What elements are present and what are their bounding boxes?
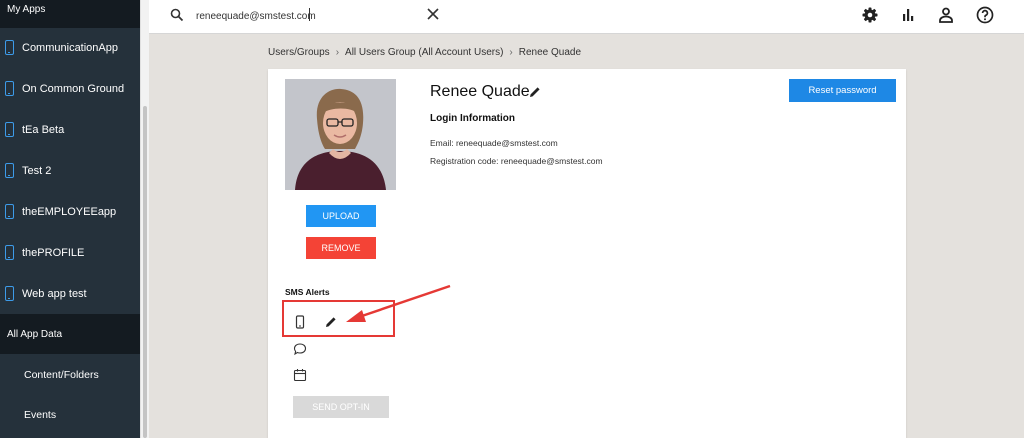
sidebar-section-all-app-data[interactable]: All App Data xyxy=(0,314,140,354)
person-icon[interactable] xyxy=(937,6,955,24)
sidebar-item-web-app-test[interactable]: Web app test xyxy=(0,273,140,314)
sidebar-item-content-folders[interactable]: Content/Folders xyxy=(0,355,140,395)
send-opt-in-button[interactable]: SEND OPT-IN xyxy=(293,396,389,418)
reset-password-button[interactable]: Reset password xyxy=(789,79,896,102)
sidebar-header: My Apps xyxy=(0,0,140,28)
sidebar-scrollbar-thumb[interactable] xyxy=(143,106,147,438)
pencil-icon[interactable] xyxy=(528,85,542,99)
sidebar-item-events[interactable]: Events xyxy=(0,395,140,435)
sidebar-item-label: On Common Ground xyxy=(22,82,125,95)
sidebar-item-theemployeeapp[interactable]: theEMPLOYEEapp xyxy=(0,191,140,232)
phone-icon xyxy=(5,163,14,178)
phone-icon xyxy=(5,204,14,219)
phone-icon xyxy=(5,122,14,137)
sidebar-item-tea-beta[interactable]: tEa Beta xyxy=(0,109,140,150)
breadcrumb-separator: › xyxy=(509,47,513,58)
email-text: Email: reneequade@smstest.com xyxy=(430,138,558,148)
sidebar-item-on-common-ground[interactable]: On Common Ground xyxy=(0,68,140,109)
sidebar-item-label: thePROFILE xyxy=(22,246,85,259)
sidebar-item-label: tEa Beta xyxy=(22,123,65,136)
phone-icon xyxy=(5,40,14,55)
breadcrumb-link-users-groups[interactable]: Users/Groups xyxy=(268,47,330,58)
remove-button[interactable]: REMOVE xyxy=(306,237,376,259)
help-circle-icon[interactable] xyxy=(976,6,994,24)
sidebar-item-label: Test 2 xyxy=(22,164,52,177)
breadcrumb: Users/Groups › All Users Group (All Accoun… xyxy=(268,47,581,58)
breadcrumb-separator: › xyxy=(335,47,340,58)
profile-card: UPLOAD REMOVE Renee Quade Login Informat… xyxy=(268,69,906,438)
calendar-icon xyxy=(293,369,307,382)
phone-icon xyxy=(5,245,14,260)
gear-icon[interactable] xyxy=(861,6,879,24)
sidebar-item-communicationapp[interactable]: CommunicationApp xyxy=(0,27,140,68)
sidebar-item-label: CommunicationApp xyxy=(22,41,118,54)
sidebar-item-label: theEMPLOYEEapp xyxy=(22,205,117,218)
user-name: Renee Quade xyxy=(430,83,530,100)
phone-icon xyxy=(5,81,14,96)
sms-alerts-heading: SMS Alerts xyxy=(285,287,330,297)
search-input[interactable] xyxy=(196,9,416,23)
annotation-arrow-icon xyxy=(346,284,451,322)
sidebar-item-theprofile[interactable]: thePROFILE xyxy=(0,232,140,273)
close-icon[interactable] xyxy=(426,7,440,21)
sidebar: My Apps CommunicationApp On Common Groun… xyxy=(0,0,140,438)
top-bar xyxy=(149,0,1024,34)
text-cursor xyxy=(309,8,310,21)
profile-photo-image xyxy=(285,79,396,190)
search-icon xyxy=(170,8,184,22)
bar-chart-icon[interactable] xyxy=(899,6,917,24)
registration-code-text: Registration code: reneequade@smstest.co… xyxy=(430,156,603,166)
sidebar-item-label: Web app test xyxy=(22,287,87,300)
phone-icon xyxy=(5,286,14,301)
profile-photo xyxy=(285,79,396,190)
chat-bubble-icon xyxy=(293,343,307,356)
breadcrumb-link-all-users-group[interactable]: All Users Group (All Account Users) xyxy=(345,47,503,58)
login-information-heading: Login Information xyxy=(430,113,515,124)
sidebar-item-test-2[interactable]: Test 2 xyxy=(0,150,140,191)
upload-button[interactable]: UPLOAD xyxy=(306,205,376,227)
breadcrumb-current: Renee Quade xyxy=(518,47,582,58)
